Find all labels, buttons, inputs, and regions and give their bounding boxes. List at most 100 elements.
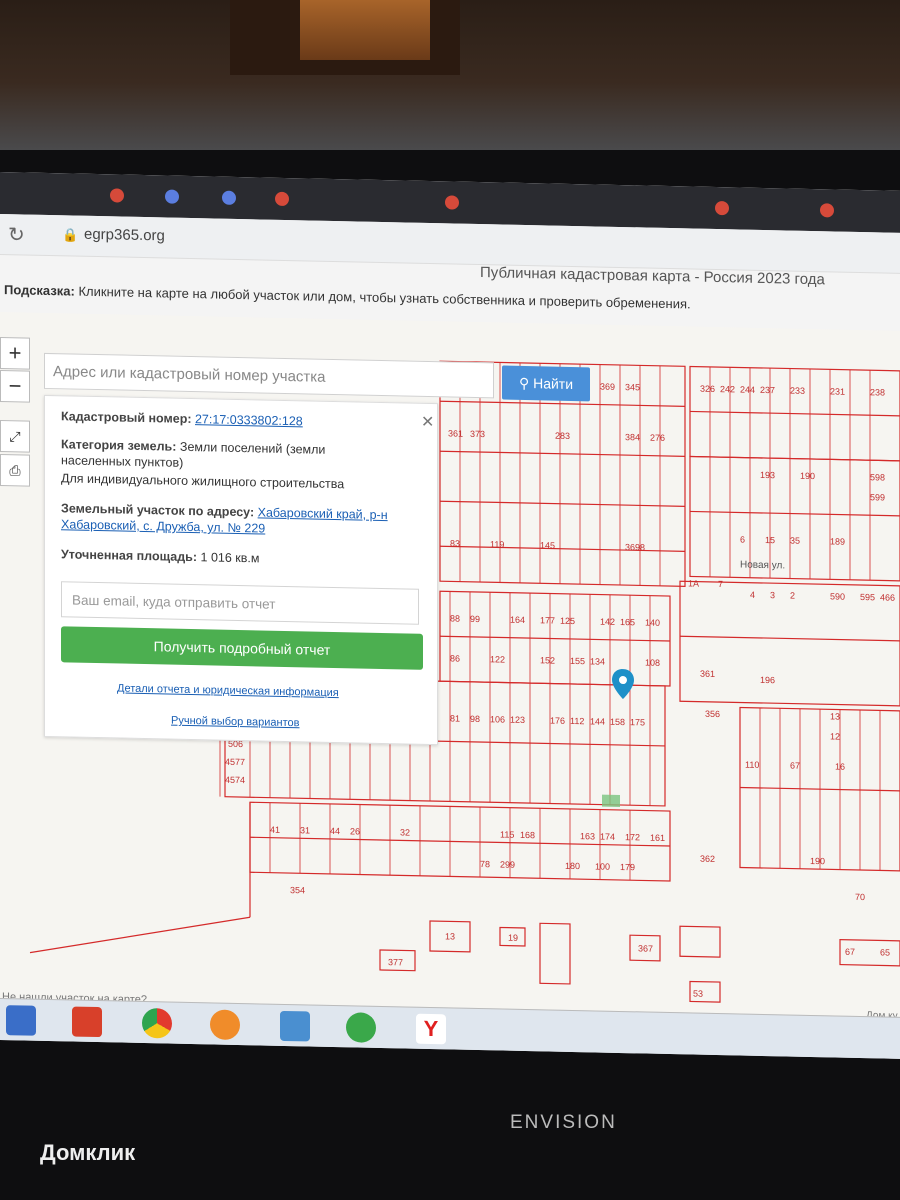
monitor-screen: ↻ 🔒 egrp365.org Публичная кадастровая ка… [0,172,900,1059]
svg-text:345: 345 [625,382,640,392]
svg-text:193: 193 [760,470,775,480]
svg-text:35: 35 [790,536,800,546]
svg-text:155: 155 [570,656,585,666]
svg-text:237: 237 [760,385,775,395]
svg-text:238: 238 [870,387,885,397]
svg-text:112: 112 [570,716,584,726]
reload-icon[interactable]: ↻ [8,222,25,247]
svg-text:175: 175 [630,717,645,727]
svg-text:41: 41 [270,825,280,835]
tab-favicon-icon[interactable] [820,203,834,218]
svg-text:276: 276 [650,433,665,443]
svg-text:44: 44 [330,826,340,836]
zoom-out-button[interactable]: − [0,370,30,403]
svg-text:3: 3 [770,590,775,600]
svg-text:326: 326 [700,384,715,394]
svg-text:165: 165 [620,617,635,627]
tab-favicon-icon[interactable] [275,191,289,207]
svg-text:86: 86 [450,653,460,663]
svg-text:590: 590 [830,591,845,601]
svg-text:67: 67 [845,947,855,957]
svg-text:144: 144 [590,716,605,726]
svg-text:4: 4 [750,590,755,600]
torrent-icon[interactable] [346,1012,376,1043]
background-wood [300,0,430,60]
media-player-icon[interactable] [210,1009,240,1041]
svg-text:190: 190 [810,856,825,866]
svg-text:180: 180 [565,861,580,871]
measure-icon[interactable]: ⤢ [0,420,30,453]
svg-text:354: 354 [290,885,305,895]
svg-text:122: 122 [490,654,505,664]
svg-text:31: 31 [300,825,310,835]
close-icon[interactable]: ✕ [421,412,434,432]
svg-text:106: 106 [490,714,505,724]
svg-text:19: 19 [508,933,518,943]
svg-text:163: 163 [580,831,595,841]
svg-text:78: 78 [480,859,490,869]
svg-text:4577: 4577 [225,757,245,767]
svg-text:176: 176 [550,716,565,726]
svg-text:373: 373 [470,429,485,439]
watermark: Домклик [40,1140,136,1165]
marker-icon[interactable] [612,669,634,700]
svg-text:189: 189 [830,536,845,546]
address-label: Земельный участок по адресу: [61,501,255,520]
cadastral-label: Кадастровый номер: [61,409,192,427]
svg-text:15: 15 [765,535,775,545]
svg-text:98: 98 [470,714,480,724]
chrome-icon[interactable] [142,1007,172,1039]
network-icon[interactable] [280,1010,310,1042]
svg-text:598: 598 [870,472,885,482]
svg-text:362: 362 [700,854,715,864]
svg-text:12: 12 [830,731,840,741]
svg-text:158: 158 [610,717,625,727]
svg-text:152: 152 [540,655,555,665]
manual-selection-link[interactable]: Ручной выбор вариантов [171,715,299,730]
svg-text:67: 67 [790,761,800,771]
word-icon[interactable] [6,1005,36,1036]
search-button[interactable]: ⚲ Найти [502,365,590,402]
monitor-brand: ENVISION [510,1112,617,1133]
svg-text:108: 108 [645,658,660,668]
tab-favicon-icon[interactable] [222,190,236,205]
svg-text:88: 88 [450,613,460,623]
svg-text:599: 599 [870,492,885,502]
svg-text:356: 356 [705,709,720,719]
print-icon[interactable]: ⎙ [0,454,30,487]
tab-favicon-icon[interactable] [165,189,179,204]
svg-text:100: 100 [595,861,610,871]
email-input[interactable]: Ваш email, куда отправить отчет [61,581,419,625]
svg-text:233: 233 [790,386,805,396]
svg-text:242: 242 [720,384,735,394]
svg-text:26: 26 [350,826,360,836]
cadastral-number-link[interactable]: 27:17:0333802:128 [195,412,303,428]
area-value: 1 016 кв.м [200,550,260,566]
svg-text:110: 110 [745,760,759,770]
zoom-in-button[interactable]: + [0,337,30,370]
svg-text:179: 179 [620,862,635,872]
hint-body: Кликните на карте на любой участок или д… [78,283,691,312]
svg-text:361: 361 [448,428,463,438]
svg-text:377: 377 [388,957,403,967]
svg-text:145: 145 [540,540,555,550]
svg-text:196: 196 [760,675,775,685]
get-report-button[interactable]: Получить подробный отчет [61,626,423,670]
tab-favicon-icon[interactable] [715,200,729,216]
tab-favicon-icon[interactable] [445,195,459,210]
svg-text:81: 81 [450,713,460,723]
svg-text:369: 369 [600,382,615,392]
svg-text:32: 32 [400,827,410,837]
tab-favicon-icon[interactable] [110,188,124,203]
svg-text:190: 190 [800,471,815,481]
svg-text:125: 125 [560,616,575,626]
svg-text:231: 231 [830,386,845,396]
report-details-link[interactable]: Детали отчета и юридическая информация [117,682,339,699]
svg-text:367: 367 [638,943,653,953]
app-icon[interactable] [72,1006,102,1038]
svg-text:244: 244 [740,385,755,395]
yandex-icon[interactable]: Y [416,1013,446,1045]
url-text[interactable]: egrp365.org [84,226,165,245]
svg-text:119: 119 [490,539,504,549]
svg-text:7: 7 [718,579,723,589]
